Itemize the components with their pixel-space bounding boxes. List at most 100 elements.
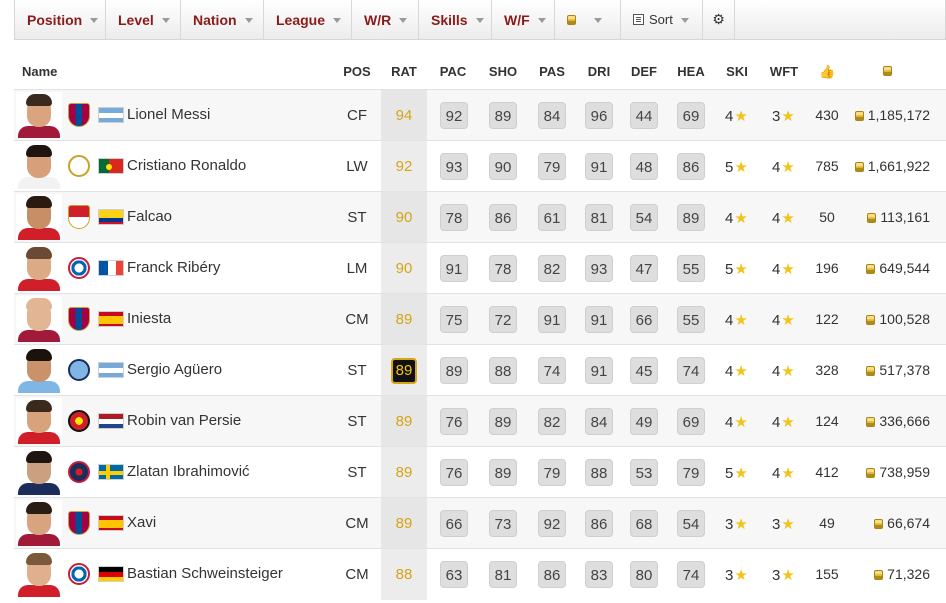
table-row[interactable]: Robin van Persie ST 89 76 89 82 84 49 69 4★ 4★ 124 3… [14,395,946,447]
col-pos[interactable]: POS [337,56,377,88]
stat-sho: 81 [489,561,517,588]
col-hea[interactable]: HEA [673,56,709,88]
filter-skills[interactable]: Skills [419,0,492,39]
skill-value: 5 [725,261,734,278]
filter-position[interactable]: Position [15,0,106,39]
sort-dropdown[interactable]: Sort [621,0,703,39]
filter-nation[interactable]: Nation [181,0,264,39]
filter-level[interactable]: Level [106,0,181,39]
star-icon: ★ [781,108,795,125]
club-badge-icon [68,511,90,535]
player-name[interactable]: Iniesta [127,294,171,345]
player-rating: 94 [395,107,413,124]
player-price: 738,959 [866,447,930,498]
table-row[interactable]: Cristiano Ronaldo LW 92 93 90 79 91 48 86 5★ 4★ 785… [14,140,946,192]
filter-label: Skills [431,11,468,28]
table-row[interactable]: Zlatan Ibrahimović ST 89 76 89 79 88 53 79 5★ 4★ 41… [14,446,946,498]
stat-pas: 74 [538,357,566,384]
player-rating: 90 [395,260,413,277]
stat-pas: 79 [538,153,566,180]
player-price: 517,378 [866,345,930,396]
col-rat[interactable]: RAT [381,56,427,88]
coins-icon [866,468,876,478]
likes-count: 124 [815,413,839,429]
col-wft[interactable]: WFT [766,56,802,88]
col-sho[interactable]: SHO [485,56,521,88]
col-dri[interactable]: DRI [582,56,616,88]
stat-pas: 92 [538,510,566,537]
gear-icon: ⚙ [712,11,725,27]
col-name[interactable]: Name [22,56,57,88]
col-pas[interactable]: PAS [535,56,569,88]
price-value: 113,161 [880,209,930,225]
player-name[interactable]: Falcao [127,192,172,243]
player-name[interactable]: Xavi [127,498,156,549]
stat-dri: 81 [585,204,613,231]
player-name[interactable]: Zlatan Ibrahimović [127,447,250,498]
player-name[interactable]: Robin van Persie [127,396,241,447]
table-row[interactable]: Falcao ST 90 78 86 61 81 54 89 4★ 4★ 50 113,161 [14,191,946,243]
filter-wr[interactable]: W/R [352,0,419,39]
table-row[interactable]: Iniesta CM 89 75 72 91 91 66 55 4★ 4★ 122 100,528 [14,293,946,345]
player-position: CM [345,566,369,583]
coins-icon [854,111,864,121]
chevron-down-icon [333,18,342,23]
stat-pac: 93 [440,153,468,180]
filter-wf[interactable]: W/F [492,0,555,39]
price-value: 71,326 [887,566,930,582]
stat-hea: 74 [677,357,705,384]
col-ski[interactable]: SKI [720,56,754,88]
list-icon [633,14,644,25]
rating-badge: 89 [391,358,417,384]
star-icon: ★ [781,414,795,431]
table-row[interactable]: Lionel Messi CF 94 92 89 84 96 44 69 4★ 3★ 430 1,185… [14,89,946,141]
skill-value: 4 [725,108,734,125]
skill-moves: 4★ [725,192,748,243]
player-position: CM [345,311,369,328]
stat-sho: 88 [489,357,517,384]
filter-price[interactable] [555,0,621,39]
player-name[interactable]: Cristiano Ronaldo [127,141,246,192]
stat-pac: 91 [440,255,468,282]
coins-icon [854,162,864,172]
weak-foot-value: 4 [772,465,781,482]
price-value: 1,661,922 [867,158,930,174]
col-def[interactable]: DEF [627,56,661,88]
price-value: 1,185,172 [867,107,930,123]
filter-league[interactable]: League [264,0,352,39]
stat-dri: 91 [585,153,613,180]
col-pac[interactable]: PAC [436,56,470,88]
thumbs-up-icon[interactable]: 👍 [819,56,835,88]
col-price[interactable] [880,56,894,88]
table-row[interactable]: Sergio Agüero ST 89 89 88 74 91 45 74 4★ 4★ 328 517,… [14,344,946,396]
table-row[interactable]: Xavi CM 89 66 73 92 86 68 54 3★ 3★ 49 66,674 [14,497,946,549]
star-icon: ★ [734,567,748,584]
stat-sho: 72 [489,306,517,333]
stat-hea: 89 [677,204,705,231]
stat-pas: 91 [538,306,566,333]
weak-foot: 4★ [772,396,795,447]
table-row[interactable]: Bastian Schweinsteiger CM 88 63 81 86 83 80 74 3★… [14,548,946,600]
likes-count: 49 [819,515,835,531]
chevron-down-icon [594,18,602,23]
chevron-down-icon [680,18,689,23]
player-name[interactable]: Lionel Messi [127,90,210,141]
price-value: 649,544 [879,260,930,276]
star-icon: ★ [781,363,795,380]
stat-dri: 88 [585,459,613,486]
club-badge-icon [68,154,90,178]
stat-pas: 79 [538,459,566,486]
likes-count: 412 [815,464,839,480]
settings-button[interactable]: ⚙ [703,0,735,39]
likes-count: 50 [819,209,835,225]
stat-dri: 93 [585,255,613,282]
stat-sho: 78 [489,255,517,282]
weak-foot-value: 3 [772,567,781,584]
player-name[interactable]: Franck Ribéry [127,243,220,294]
player-photo [16,245,62,291]
weak-foot: 3★ [772,549,795,600]
player-name[interactable]: Bastian Schweinsteiger [127,549,283,600]
table-row[interactable]: Franck Ribéry LM 90 91 78 82 93 47 55 5★ 4★ 196 649,… [14,242,946,294]
player-name[interactable]: Sergio Agüero [127,345,222,396]
stat-pac: 92 [440,102,468,129]
